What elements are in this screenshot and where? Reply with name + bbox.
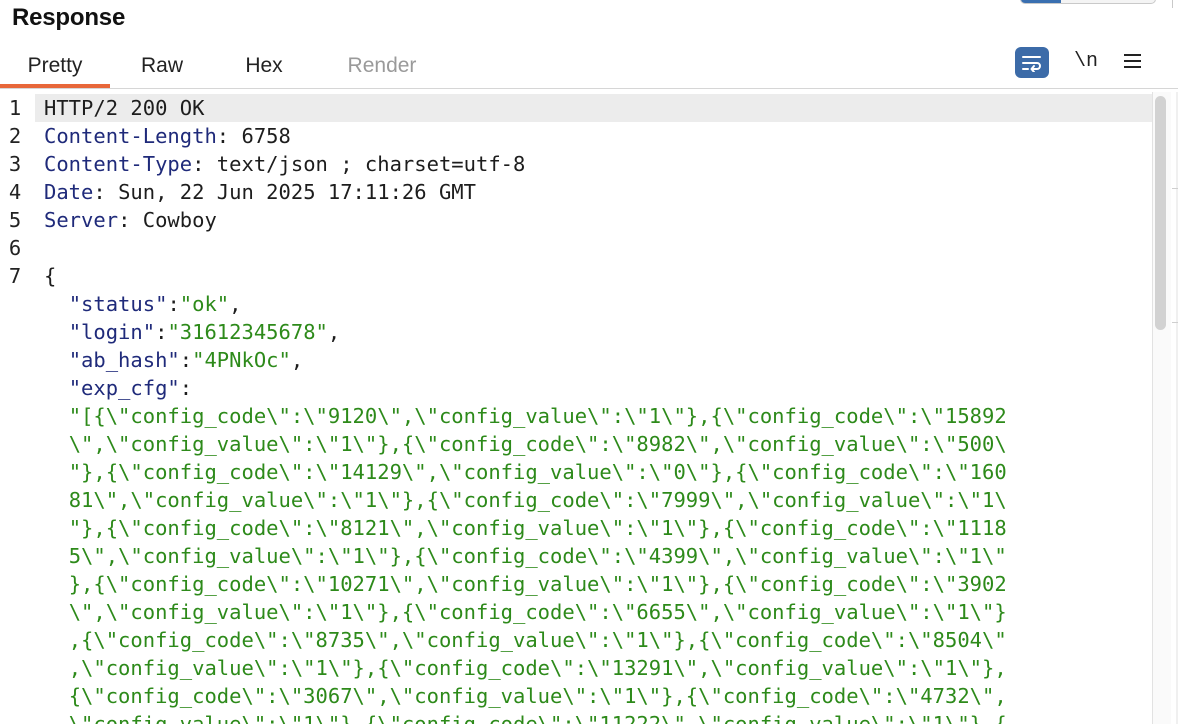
json-key: "login" [68,320,156,344]
json-expcfg-line: "exp_cfg": [68,376,193,400]
json-wrapped-line: \"config_value\":\"1\"},{\"config_code\"… [0,710,1152,724]
header-name: Date [44,180,94,204]
json-string: \",\"config_value\":\"1\"},{\"config_cod… [68,432,1007,456]
response-editor[interactable]: 1 HTTP/2 200 OK 2 Content-Length: 6758 3… [0,94,1152,724]
json-key: "ab_hash" [68,348,180,372]
json-wrapped-line: {\"config_code\":\"3067\",\"config_value… [0,682,1152,710]
header-name: Content-Length [44,124,217,148]
json-string: "ok" [179,292,230,316]
json-string: "[{\"config_code\":\"9120\",\"config_val… [68,404,1007,428]
view-toggle-active-segment [1021,0,1061,3]
json-wrapped-line: },{\"config_code\":\"10271\",\"config_va… [0,570,1152,598]
tab-render: Render [347,54,417,77]
word-wrap-icon [1022,55,1041,72]
json-wrapped-line: "[{\"config_code\":\"9120\",\"config_val… [0,402,1152,430]
json-wrapped-line: ,\"config_value\":\"1\"},{\"config_code\… [0,654,1152,682]
json-string: 5\",\"config_value\":\"1\"},{\"config_co… [68,544,1007,568]
json-string: },{\"config_code\":\"10271\",\"config_va… [68,572,1007,596]
splitter-tick [1172,188,1178,189]
tab-pretty[interactable]: Pretty [0,52,110,88]
header-line: Content-Length: 6758 [44,124,291,148]
json-string: {\"config_code\":\"3067\",\"config_value… [68,684,1007,708]
tab-raw[interactable]: Raw [110,52,214,88]
header-name: Content-Type [44,152,193,176]
json-key: "status" [68,292,168,316]
menu-bar-mid [1124,60,1141,62]
json-string: \"config_value\":\"1\"},{\"config_code\"… [68,712,1007,724]
json-status-line: "status":"ok", [68,292,242,316]
word-wrap-button[interactable] [1015,47,1049,78]
json-string: ,\"config_value\":\"1\"},{\"config_code\… [68,656,1007,680]
panel-title: Response [12,4,126,31]
header-line: Server: Cowboy [44,208,217,232]
json-wrapped-line: ,{\"config_code\":\"8735\",\"config_valu… [0,626,1152,654]
header-value: Sun, 22 Jun 2025 17:11:26 GMT [118,180,476,204]
hamburger-menu-icon[interactable] [1124,50,1146,72]
json-string: "},{\"config_code\":\"14129\",\"config_v… [68,460,1007,484]
view-tabs: Pretty Raw Hex Render [0,52,450,88]
json-open-brace: { [44,264,57,288]
header-line: Date: Sun, 22 Jun 2025 17:11:26 GMT [44,180,476,204]
status-line: HTTP/2 200 OK [44,96,205,120]
view-toggle-pill[interactable] [1020,0,1156,4]
json-abhash-line: "ab_hash":"4PNkOc", [68,348,304,372]
menu-bar-top [1124,54,1141,56]
json-string: "4PNkOc" [192,348,291,372]
json-login-line: "login":"31612345678", [68,320,341,344]
json-string: "31612345678" [167,320,328,344]
json-string: "},{\"config_code\":\"8121\",\"config_va… [68,516,1007,540]
line-number: 6 [8,236,22,260]
json-string: \",\"config_value\":\"1\"},{\"config_cod… [68,600,1007,624]
json-wrapped-line: "},{\"config_code\":\"14129\",\"config_v… [0,458,1152,486]
menu-bar-bottom [1124,66,1141,68]
header-name: Server [44,208,119,232]
splitter-tick [1172,322,1178,323]
json-wrapped-line: 81\",\"config_value\":\"1\"},{\"config_c… [0,486,1152,514]
header-line: Content-Type: text/json ; charset=utf-8 [44,152,526,176]
tab-hex[interactable]: Hex [214,52,314,88]
panel-edge [1172,0,1173,8]
json-wrapped-line: \",\"config_value\":\"1\"},{\"config_cod… [0,598,1152,626]
header-value: Cowboy [142,208,217,232]
header-value: text/json ; charset=utf-8 [216,152,526,176]
header-value: 6758 [241,124,291,148]
scrollbar-thumb[interactable] [1155,96,1166,330]
json-wrapped-line: "},{\"config_code\":\"8121\",\"config_va… [0,514,1152,542]
header-divider [0,88,1178,89]
json-string: 81\",\"config_value\":\"1\"},{\"config_c… [68,488,1007,512]
show-newlines-button[interactable]: \n [1074,50,1098,73]
json-string: ,{\"config_code\":\"8735\",\"config_valu… [68,628,1007,652]
json-wrapped-line: 5\",\"config_value\":\"1\"},{\"config_co… [0,542,1152,570]
json-wrapped-line: \",\"config_value\":\"1\"},{\"config_cod… [0,430,1152,458]
json-key: "exp_cfg" [68,376,180,400]
